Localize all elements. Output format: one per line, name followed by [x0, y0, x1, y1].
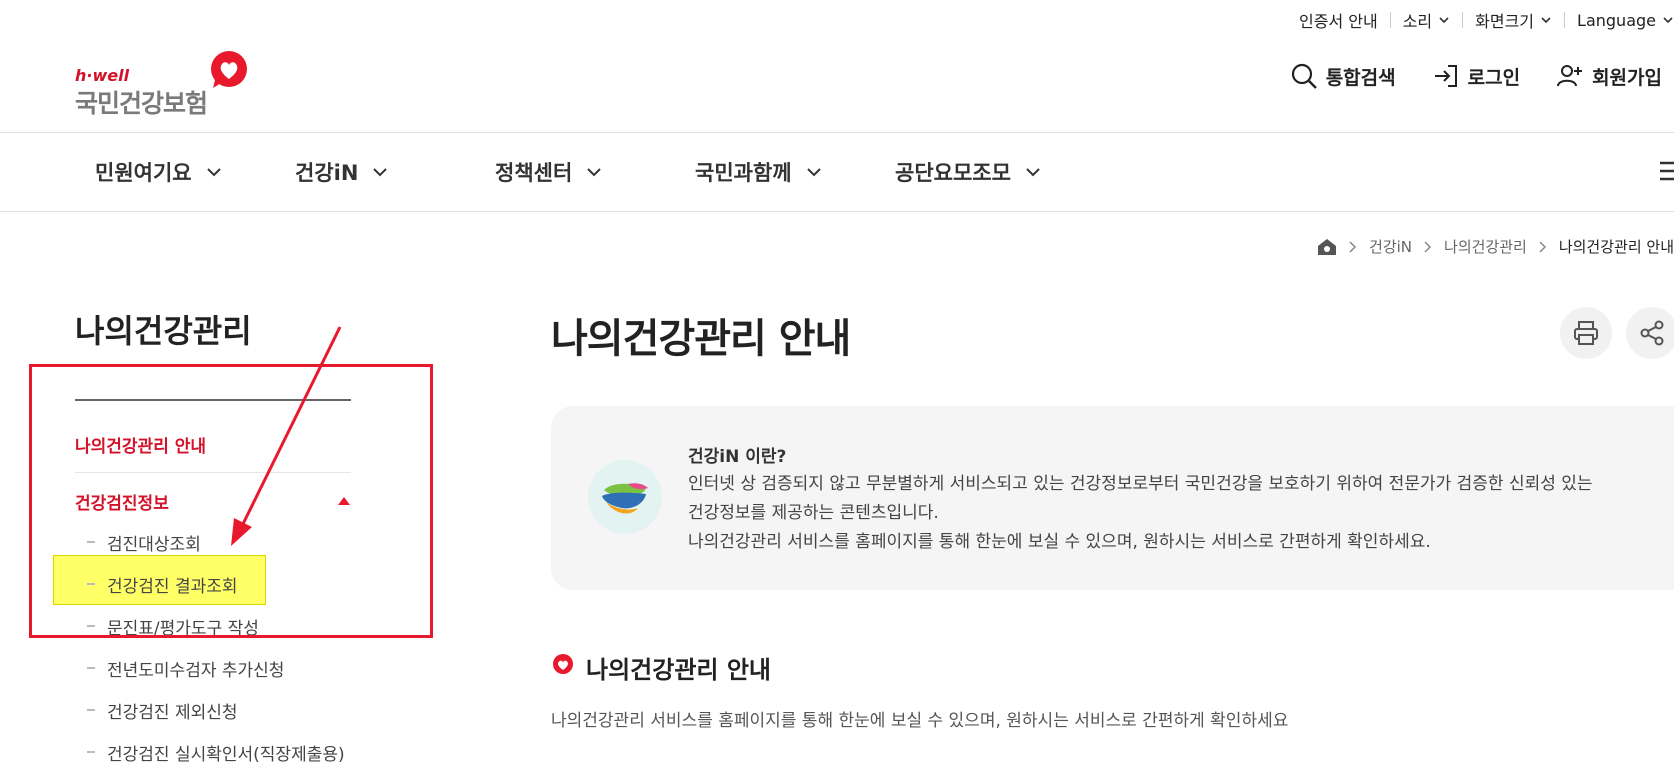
- section-description: 나의건강관리 서비스를 홈페이지를 통해 한눈에 보실 수 있으며, 원하시는 …: [551, 711, 1289, 731]
- side-item-my-health-guide[interactable]: 나의건강관리 안내: [75, 424, 351, 464]
- join-label: 회원가입: [1592, 66, 1662, 89]
- gnb-label: 건강iN: [295, 161, 359, 185]
- screen-size-label: 화면크기: [1475, 12, 1535, 31]
- page-title: 나의건강관리 안내: [551, 316, 851, 362]
- gnb-label: 정책센터: [495, 161, 573, 185]
- health-in-logo-icon: [588, 460, 662, 534]
- screen-size-dropdown[interactable]: 화면크기: [1475, 8, 1552, 32]
- side-subitem-label: 건강검진 제외신청: [107, 702, 238, 723]
- side-title: 나의건강관리: [75, 312, 252, 350]
- info-line: 나의건강관리 서비스를 홈페이지를 통해 한눈에 보실 수 있으며, 원하시는 …: [688, 532, 1431, 552]
- chevron-down-icon: [206, 168, 221, 177]
- side-item-label: 건강검진정보: [75, 493, 169, 514]
- section-title: 나의건강관리 안내: [586, 656, 771, 684]
- cert-link[interactable]: 인증서 안내: [1299, 8, 1378, 32]
- gnb-label: 국민과함께: [695, 161, 792, 185]
- logo-big-text: 국민건강보험: [75, 89, 208, 118]
- divider: [1462, 12, 1464, 28]
- side-subitem-exclusion[interactable]: 건강검진 제외신청: [75, 689, 351, 731]
- gnb-item-minwon[interactable]: 민원여기요: [95, 157, 222, 187]
- side-subitem-label: 전년도미수검자 추가신청: [107, 660, 285, 681]
- logo-small-text: h·well: [75, 66, 130, 85]
- side-subitem-label: 문진표/평가도구 작성: [107, 618, 259, 639]
- info-body: 인터넷 상 검증되지 않고 무분별하게 서비스되고 있는 건강정보로부터 국민건…: [688, 470, 1628, 557]
- divider: [1389, 12, 1391, 28]
- chevron-right-icon: [1349, 240, 1357, 253]
- share-icon: [1640, 320, 1664, 346]
- gnb-item-with-people[interactable]: 국민과함께: [695, 157, 822, 187]
- gnb-item-policy[interactable]: 정책센터: [495, 157, 602, 187]
- search-label: 통합검색: [1325, 66, 1396, 89]
- side-subitem-label: 건강검진 실시확인서(직장제출용): [107, 744, 345, 765]
- chevron-right-icon: [1424, 240, 1432, 253]
- sound-label: 소리: [1402, 12, 1433, 31]
- login-button[interactable]: 로그인: [1432, 62, 1520, 90]
- side-subitem-additional[interactable]: 전년도미수검자 추가신청: [75, 647, 351, 689]
- chevron-down-icon: [1663, 17, 1673, 24]
- divider: [1564, 12, 1566, 28]
- gnb-label: 민원여기요: [95, 161, 192, 185]
- dash-marker: [87, 583, 95, 585]
- header-actions: 통합검색 로그인 회원가입: [1290, 62, 1662, 90]
- dash-marker: [87, 709, 95, 711]
- caret-up-icon: [338, 497, 350, 505]
- breadcrumb-current: 나의건강관리 안내: [1558, 238, 1674, 256]
- heart-logo-icon: [211, 51, 247, 88]
- search-button[interactable]: 통합검색: [1290, 62, 1396, 90]
- login-icon: [1434, 65, 1457, 87]
- dash-marker: [87, 625, 95, 627]
- join-button[interactable]: 회원가입: [1556, 62, 1662, 90]
- language-label: Language: [1577, 10, 1656, 30]
- dash-marker: [87, 541, 95, 543]
- gnb-item-corporation[interactable]: 공단요모조모: [895, 157, 1041, 187]
- main-navigation: 민원여기요 건강iN 정책센터 국민과함께 공단요모조모: [0, 132, 1674, 212]
- side-subitem-certificate[interactable]: 건강검진 실시확인서(직장제출용): [75, 731, 351, 773]
- home-icon[interactable]: [1317, 237, 1337, 257]
- utility-bar: 인증서 안내 소리 화면크기 Language: [1299, 8, 1674, 32]
- menu-icon[interactable]: [1660, 159, 1674, 183]
- breadcrumb-item[interactable]: 나의건강관리: [1444, 236, 1527, 257]
- dash-marker: [87, 667, 95, 669]
- side-item-checkup-info[interactable]: 건강검진정보: [75, 481, 351, 521]
- breadcrumb-item[interactable]: 건강iN: [1369, 236, 1412, 257]
- login-label: 로그인: [1467, 66, 1521, 89]
- heart-bullet-icon: [553, 654, 573, 674]
- side-subitem-questionnaire[interactable]: 문진표/평가도구 작성: [75, 605, 351, 647]
- language-dropdown[interactable]: Language: [1577, 11, 1674, 30]
- gnb-item-health-in[interactable]: 건강iN: [295, 157, 388, 187]
- chevron-down-icon: [806, 168, 821, 177]
- chevron-down-icon: [1541, 17, 1551, 24]
- chevron-down-icon: [1026, 168, 1040, 177]
- side-subitem-target[interactable]: 검진대상조회: [75, 521, 351, 563]
- search-icon: [1291, 63, 1317, 89]
- info-line: 인터넷 상 검증되지 않고 무분별하게 서비스되고 있는 건강정보로부터 국민건…: [688, 474, 1593, 494]
- side-item-label: 나의건강관리 안내: [75, 436, 207, 457]
- health-in-logo-graphic: [602, 483, 648, 514]
- site-logo[interactable]: h·well 국민건강보험: [75, 48, 255, 118]
- divider: [75, 399, 351, 401]
- info-title: 건강iN 이란?: [688, 447, 787, 467]
- print-button[interactable]: [1560, 307, 1612, 359]
- chevron-down-icon: [373, 168, 388, 177]
- side-menu: 나의건강관리 안내 건강검진정보 검진대상조회 건강검진 결과조회 문진표/평가…: [75, 424, 351, 773]
- side-subitem-label: 검진대상조회: [107, 534, 201, 555]
- share-button[interactable]: [1626, 307, 1674, 359]
- chevron-down-icon: [587, 168, 601, 177]
- add-user-icon: [1557, 65, 1583, 87]
- chevron-down-icon: [1439, 17, 1449, 24]
- side-subitem-result[interactable]: 건강검진 결과조회: [75, 563, 351, 605]
- sound-dropdown[interactable]: 소리: [1403, 8, 1450, 32]
- gnb-label: 공단요모조모: [895, 161, 1011, 185]
- divider: [75, 472, 351, 473]
- printer-icon: [1574, 321, 1598, 345]
- side-subitem-label: 건강검진 결과조회: [107, 576, 238, 597]
- info-line: 건강정보를 제공하는 콘텐츠입니다.: [688, 503, 939, 523]
- breadcrumb: 건강iN 나의건강관리 나의건강관리 안내: [1317, 236, 1674, 257]
- chevron-right-icon: [1539, 240, 1546, 253]
- dash-marker: [87, 751, 95, 753]
